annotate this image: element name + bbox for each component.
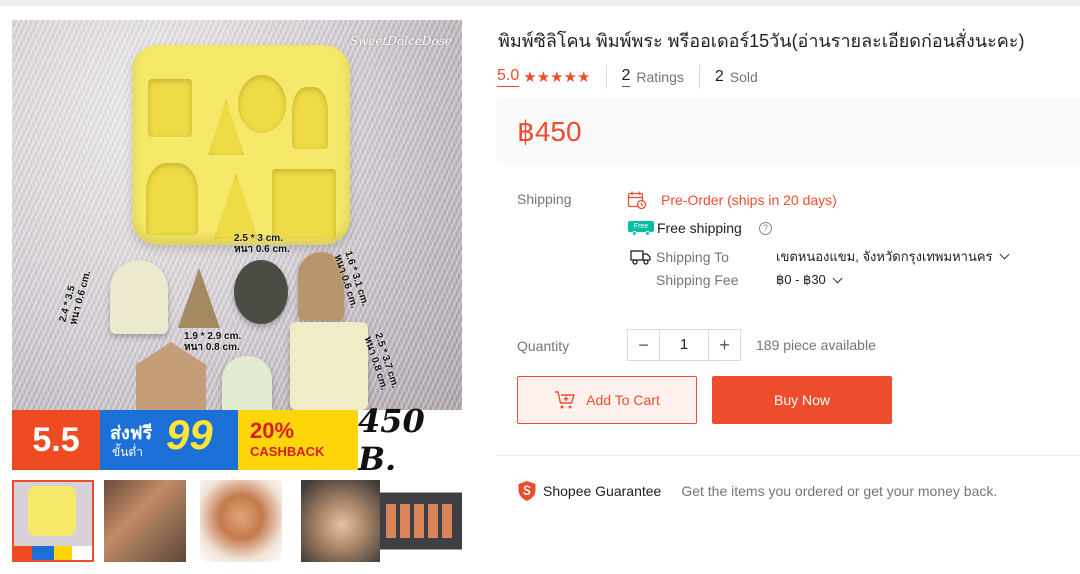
- mold-cavity: [148, 79, 192, 137]
- main-product-image[interactable]: SweetDolceDose 2.5 * 3 cm. หนา 0.6 cm. 2…: [12, 20, 462, 470]
- add-to-cart-button[interactable]: Add To Cart: [517, 376, 697, 424]
- shield-icon: [518, 481, 536, 501]
- free-shipping-line: Free Free shipping ?: [628, 220, 772, 236]
- thumbnail-mold: [28, 486, 76, 536]
- product-price: ฿450: [517, 116, 582, 147]
- thumbnail-image: [14, 482, 92, 560]
- shipping-to-value: เขตหนองแขม, จังหวัดกรุงเทพมหานคร: [776, 249, 993, 264]
- shipping-fee-line: Shipping Fee ฿0 - ฿30: [656, 272, 843, 288]
- mold-cavity: [272, 169, 336, 239]
- buy-now-button[interactable]: Buy Now: [712, 376, 892, 424]
- preorder-line: Pre-Order (ships in 20 days): [627, 190, 837, 210]
- thumbnail-items: [386, 504, 456, 538]
- product-title: พิมพ์ซิลิโคน พิมพ์พระ พรีออเดอร์15วัน(อ่…: [498, 31, 1025, 51]
- ratings-label: Ratings: [636, 69, 684, 85]
- thumbnail-5[interactable]: [380, 480, 462, 562]
- thumbnail-1[interactable]: [12, 480, 94, 562]
- guarantee-text: Get the items you ordered or get your mo…: [681, 483, 998, 499]
- dimension-label: 2.5 * 3 cm. หนา 0.6 cm.: [234, 233, 290, 255]
- top-divider: [0, 0, 1080, 6]
- sale-badge: 5.5: [12, 410, 100, 470]
- free-shipping-truck-icon: Free: [628, 221, 654, 236]
- amulet-sample: [290, 322, 368, 410]
- shipping-fee-label: Shipping Fee: [656, 272, 739, 288]
- divider: [605, 65, 607, 89]
- rating-score[interactable]: 5.0: [497, 67, 520, 87]
- thumbnail-2[interactable]: [104, 480, 186, 562]
- decrease-quantity-button[interactable]: −: [628, 330, 660, 360]
- stock-available: 189 piece available: [756, 337, 876, 353]
- mold-cavity: [292, 87, 328, 149]
- banner-price: 450 B.: [358, 402, 462, 470]
- cashback-text: CASHBACK: [250, 444, 325, 459]
- divider: [698, 65, 700, 89]
- add-to-cart-label: Add To Cart: [586, 392, 660, 408]
- rating-summary: 5.0 ★★★★★ 2 Ratings 2 Sold: [497, 64, 773, 90]
- chevron-down-icon: [999, 249, 1009, 260]
- free-shipping-text: Free shipping: [657, 220, 742, 236]
- quantity-stepper: − 1 +: [627, 329, 741, 361]
- price-section: ฿450: [497, 98, 1080, 164]
- shipping-to-line: Shipping To เขตหนองแขม, จังหวัดกรุงเทพมห…: [630, 246, 1009, 267]
- thumbnail-4[interactable]: [301, 480, 383, 562]
- free-badge-text: Free: [628, 221, 654, 232]
- silicone-mold: [132, 45, 350, 245]
- promo-banner: 5.5 ส่งฟรี ขั้นต่ำ 99 20% CASHBACK 450 B…: [12, 402, 462, 470]
- help-icon[interactable]: ?: [758, 221, 772, 235]
- dimension-label: 1.9 * 2.9 cm. หนา 0.8 cm.: [184, 331, 242, 353]
- amulet-sample: [222, 356, 272, 414]
- section-divider: [497, 455, 1080, 456]
- min-spend-text: ขั้นต่ำ: [112, 445, 143, 459]
- amulet-sample: [110, 260, 168, 334]
- quantity-input[interactable]: 1: [660, 330, 708, 360]
- guarantee-title: Shopee Guarantee: [543, 483, 662, 499]
- min-spend-amount: 99: [166, 411, 213, 458]
- shipping-label: Shipping: [517, 191, 572, 207]
- amulet-sample: [234, 260, 288, 324]
- truck-icon: [630, 249, 651, 265]
- watermark: SweetDolceDose: [349, 34, 452, 48]
- shopee-guarantee[interactable]: Shopee Guarantee Get the items you order…: [517, 480, 997, 502]
- quantity-label: Quantity: [517, 338, 570, 354]
- shipping-fee-selector[interactable]: ฿0 - ฿30: [776, 272, 843, 288]
- sold-label: Sold: [729, 69, 758, 85]
- sold-count: 2: [714, 67, 724, 85]
- chevron-down-icon: [832, 273, 843, 283]
- calendar-clock-icon: [627, 191, 647, 210]
- free-ship-promo: ส่งฟรี ขั้นต่ำ 99: [100, 410, 238, 470]
- ratings-count[interactable]: 2: [621, 67, 631, 87]
- shipping-to-label: Shipping To: [656, 248, 729, 265]
- thumbnail-3[interactable]: [200, 480, 282, 562]
- preorder-text: Pre-Order (ships in 20 days): [661, 192, 837, 208]
- rating-stars-icon: ★★★★★: [523, 69, 591, 86]
- mold-cavity: [214, 173, 258, 239]
- thumbnail-banner: [14, 546, 92, 560]
- thumbnail-strip: [12, 480, 462, 564]
- mold-cavity: [238, 75, 286, 133]
- mold-cavity: [146, 163, 198, 235]
- add-to-cart-icon: [555, 391, 575, 409]
- increase-quantity-button[interactable]: +: [708, 330, 740, 360]
- shipping-to-selector[interactable]: เขตหนองแขม, จังหวัดกรุงเทพมหานคร: [776, 246, 1009, 267]
- cashback-percent: 20%: [250, 418, 295, 443]
- coins-cashback-promo: 20% CASHBACK: [238, 410, 358, 470]
- shipping-fee-value: ฿0 - ฿30: [776, 272, 826, 287]
